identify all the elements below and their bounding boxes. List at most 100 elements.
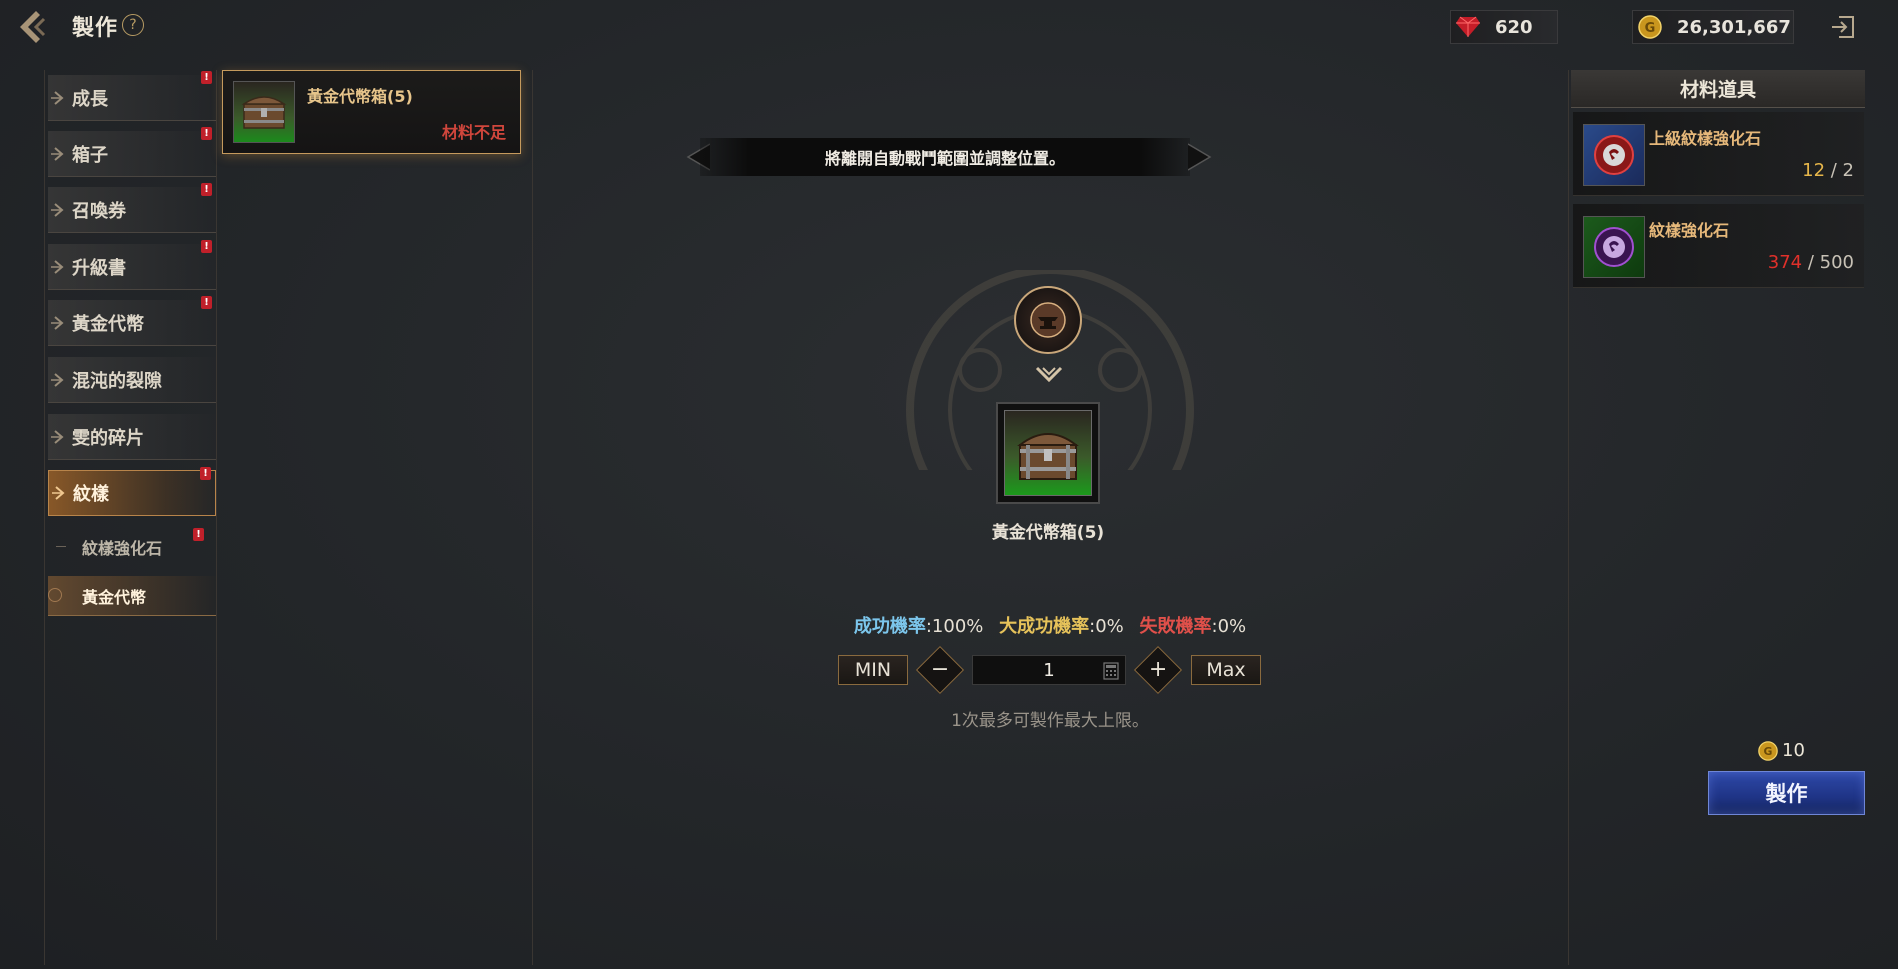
pattern-stone-icon bbox=[1583, 216, 1645, 278]
success-rate-value: 100% bbox=[931, 616, 984, 637]
craft-limit-note: 1次最多可製作最大上限。 bbox=[951, 711, 1149, 731]
fail-rate-label: 失敗機率 bbox=[1139, 616, 1212, 637]
list-divider bbox=[532, 70, 533, 965]
count-separator: / bbox=[1825, 160, 1843, 181]
gold-coin-icon: G bbox=[1635, 12, 1665, 42]
increase-button[interactable]: + bbox=[1133, 645, 1183, 695]
chevron-right-icon bbox=[48, 199, 70, 221]
sidebar-item-upgrade-book[interactable]: 升級書 ! bbox=[48, 240, 216, 290]
sidebar-divider bbox=[44, 70, 45, 965]
alert-badge: ! bbox=[193, 528, 204, 541]
sidebar-item-label: 升級書 bbox=[72, 257, 126, 279]
calculator-icon[interactable] bbox=[1103, 662, 1119, 680]
craft-cost: G 10 bbox=[1758, 740, 1805, 761]
gem-amount: 620 bbox=[1495, 16, 1533, 38]
sidebar-item-chaos-rift[interactable]: 混沌的裂隙 bbox=[48, 357, 216, 403]
chevron-right-icon bbox=[48, 369, 70, 391]
chevron-right-icon bbox=[48, 312, 70, 334]
notice-banner: 將離開自動戰鬥範圍並調整位置。 bbox=[700, 138, 1190, 176]
material-count: 12 / 2 bbox=[1802, 160, 1854, 181]
sidebar-item-label: 召喚券 bbox=[72, 200, 126, 222]
sidebar-divider-right bbox=[216, 70, 217, 940]
gold-currency: G 26,301,667 bbox=[1632, 10, 1794, 44]
subcategory-label: 黃金代幣 bbox=[82, 587, 147, 607]
rate-separator: : bbox=[925, 616, 932, 637]
gold-amount: 26,301,667 bbox=[1677, 16, 1791, 38]
material-need: 500 bbox=[1819, 252, 1854, 273]
great-success-rate-label: 大成功機率 bbox=[999, 616, 1090, 637]
svg-text:G: G bbox=[1645, 21, 1656, 36]
material-name: 上級紋樣強化石 bbox=[1649, 129, 1762, 148]
chevron-right-icon bbox=[48, 256, 70, 278]
sidebar-item-label: 箱子 bbox=[72, 144, 108, 166]
materials-header: 材料道具 bbox=[1571, 70, 1865, 108]
selected-dot-icon bbox=[48, 588, 62, 602]
quantity-value: 1 bbox=[1043, 659, 1055, 681]
sidebar-item-growth[interactable]: 成長 ! bbox=[48, 71, 216, 121]
alert-badge: ! bbox=[201, 71, 212, 84]
notice-right-cap bbox=[1188, 143, 1212, 171]
alert-badge: ! bbox=[201, 183, 212, 196]
sidebar-item-label: 成長 bbox=[72, 88, 108, 110]
sidebar-item-label: 紋樣 bbox=[73, 484, 109, 505]
sub-dash bbox=[56, 546, 66, 547]
count-separator: / bbox=[1802, 252, 1820, 273]
alert-badge: ! bbox=[200, 467, 211, 480]
sidebar-item-box[interactable]: 箱子 ! bbox=[48, 127, 216, 177]
success-rate-label: 成功機率 bbox=[853, 616, 926, 637]
material-item[interactable]: 紋樣強化石 374 / 500 bbox=[1573, 204, 1864, 288]
sidebar-item-gold-token[interactable]: 黃金代幣 ! bbox=[48, 296, 216, 346]
subcategory-gold-token[interactable]: 黃金代幣 bbox=[48, 576, 216, 616]
exit-button[interactable] bbox=[1826, 10, 1860, 44]
quantity-input[interactable]: 1 bbox=[972, 655, 1126, 685]
material-have: 12 bbox=[1802, 160, 1826, 181]
svg-text:G: G bbox=[1764, 745, 1773, 758]
min-button[interactable]: MIN bbox=[838, 655, 908, 685]
subcategory-label: 紋樣強化石 bbox=[82, 539, 163, 558]
sidebar-item-label: 混沌的裂隙 bbox=[72, 370, 162, 392]
recipe-name: 黃金代幣箱(5) bbox=[307, 87, 413, 106]
material-item[interactable]: 上級紋樣強化石 12 / 2 bbox=[1573, 112, 1864, 196]
material-name: 紋樣強化石 bbox=[1649, 221, 1730, 240]
chevron-right-icon bbox=[48, 143, 70, 165]
anvil-craft-icon bbox=[1014, 286, 1082, 354]
gold-coin-icon: G bbox=[1758, 740, 1778, 761]
treasure-chest-icon bbox=[1004, 410, 1092, 496]
back-button[interactable] bbox=[12, 6, 56, 48]
alert-badge: ! bbox=[201, 240, 212, 253]
sidebar-item-fragment[interactable]: 雯的碎片 bbox=[48, 414, 216, 460]
sidebar-item-summon-ticket[interactable]: 召喚券 ! bbox=[48, 183, 216, 233]
result-item-slot[interactable] bbox=[996, 402, 1100, 504]
craft-button[interactable]: 製作 bbox=[1708, 771, 1865, 815]
advanced-pattern-stone-icon bbox=[1583, 124, 1645, 186]
great-success-rate-value: 0% bbox=[1095, 616, 1124, 637]
plus-icon: + bbox=[1148, 657, 1168, 682]
material-need: 2 bbox=[1842, 160, 1854, 181]
sidebar-item-pattern[interactable]: 紋樣 ! bbox=[48, 467, 216, 516]
alert-badge: ! bbox=[201, 127, 212, 140]
material-count: 374 / 500 bbox=[1768, 252, 1854, 273]
success-rates: 成功機率:100% 大成功機率:0% 失敗機率:0% bbox=[760, 612, 1340, 638]
materials-divider bbox=[1568, 70, 1569, 965]
chevron-right-icon bbox=[49, 482, 71, 504]
sidebar-item-label: 黃金代幣 bbox=[72, 313, 144, 335]
recipe-item[interactable]: 黃金代幣箱(5) 材料不足 bbox=[222, 70, 521, 154]
exit-icon bbox=[1832, 16, 1854, 38]
back-arrow-icon bbox=[20, 11, 46, 43]
chevron-right-icon bbox=[48, 87, 70, 109]
fail-rate-value: 0% bbox=[1217, 616, 1247, 637]
sidebar-item-label: 雯的碎片 bbox=[72, 427, 144, 449]
max-button[interactable]: Max bbox=[1191, 655, 1261, 685]
result-item-name: 黃金代幣箱(5) bbox=[991, 523, 1105, 543]
chevron-down-icon bbox=[1035, 366, 1063, 383]
material-have: 374 bbox=[1767, 252, 1803, 273]
minus-icon: − bbox=[930, 657, 950, 682]
chevron-right-icon bbox=[48, 426, 70, 448]
page-title: 製作 bbox=[72, 16, 119, 41]
recipe-status: 材料不足 bbox=[441, 123, 506, 142]
red-gem-icon bbox=[1453, 12, 1483, 42]
craft-cost-value: 10 bbox=[1782, 740, 1805, 761]
help-icon[interactable]: ? bbox=[122, 14, 144, 36]
subcategory-pattern-stone[interactable]: 紋樣強化石 ! bbox=[48, 527, 216, 567]
decrease-button[interactable]: − bbox=[915, 645, 965, 695]
